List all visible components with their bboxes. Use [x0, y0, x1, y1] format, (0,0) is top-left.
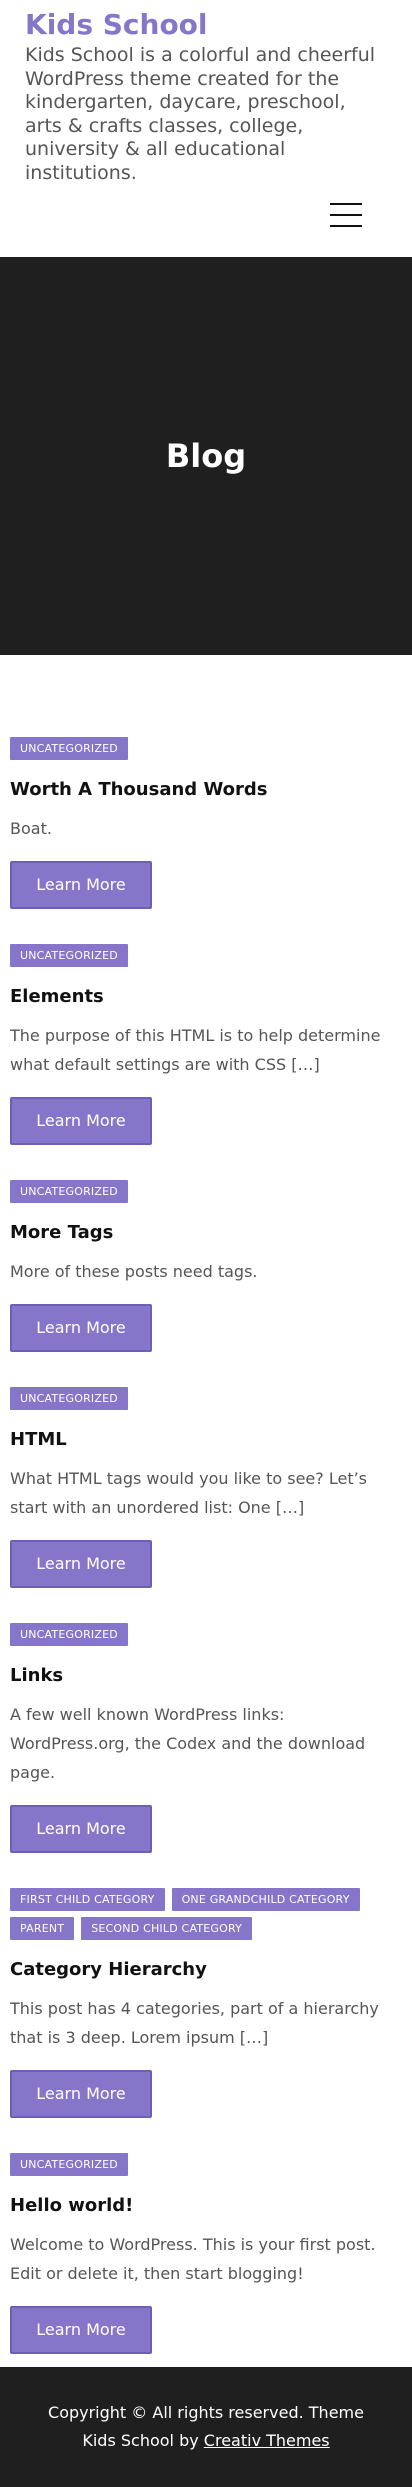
- post-categories: UNCATEGORIZED: [10, 737, 402, 760]
- post-title[interactable]: Worth A Thousand Words: [10, 778, 402, 802]
- learn-more-button[interactable]: Learn More: [10, 2070, 152, 2118]
- category-badge[interactable]: UNCATEGORIZED: [10, 1180, 128, 1203]
- post-excerpt: More of these posts need tags.: [10, 1262, 258, 1281]
- post-title[interactable]: More Tags: [10, 1221, 402, 1245]
- post-item: UNCATEGORIZED Links A few well known WordP…: [10, 1623, 402, 1853]
- category-badge[interactable]: PARENT: [10, 1917, 75, 1940]
- learn-more-button[interactable]: Learn More: [10, 1805, 152, 1853]
- post-title[interactable]: Links: [10, 1664, 402, 1688]
- category-badge[interactable]: UNCATEGORIZED: [10, 1387, 128, 1410]
- post-categories: UNCATEGORIZED: [10, 1180, 402, 1203]
- post-item: UNCATEGORIZED Worth A Thousand Words Boat.…: [10, 737, 402, 909]
- site-header: Kids School Kids School is a colorful an…: [0, 0, 412, 257]
- category-badge[interactable]: UNCATEGORIZED: [10, 737, 128, 760]
- post-categories: UNCATEGORIZED: [10, 2153, 402, 2176]
- post-title[interactable]: Elements: [10, 985, 402, 1009]
- category-badge[interactable]: UNCATEGORIZED: [10, 1623, 128, 1646]
- site-footer: Copyright © All rights reserved. Theme K…: [0, 2367, 412, 2487]
- hamburger-menu-icon[interactable]: [330, 203, 362, 227]
- post-excerpt: The purpose of this HTML is to help dete…: [10, 1026, 381, 1074]
- category-badge[interactable]: SECOND CHILD CATEGORY: [81, 1917, 253, 1940]
- page-hero: Blog: [0, 257, 412, 655]
- post-excerpt: This post has 4 categories, part of a hi…: [10, 1999, 379, 2047]
- footer-text: Copyright © All rights reserved. Theme K…: [40, 2399, 372, 2455]
- learn-more-button[interactable]: Learn More: [10, 2306, 152, 2354]
- post-categories: UNCATEGORIZED: [10, 1623, 402, 1646]
- post-excerpt: Welcome to WordPress. This is your first…: [10, 2235, 376, 2283]
- menu-bar: [330, 214, 362, 216]
- learn-more-button[interactable]: Learn More: [10, 1540, 152, 1588]
- post-item: UNCATEGORIZED HTML What HTML tags would yo…: [10, 1387, 402, 1588]
- post-categories: FIRST CHILD CATEGORY ONE GRANDCHILD CATEG…: [10, 1888, 402, 1940]
- menu-bar: [330, 203, 362, 205]
- menu-bar: [330, 225, 362, 227]
- post-title[interactable]: Hello world!: [10, 2194, 402, 2218]
- category-badge[interactable]: UNCATEGORIZED: [10, 2153, 128, 2176]
- post-item: UNCATEGORIZED Elements The purpose of this…: [10, 944, 402, 1145]
- learn-more-button[interactable]: Learn More: [10, 861, 152, 909]
- post-item: UNCATEGORIZED Hello world! Welcome to Word…: [10, 2153, 402, 2354]
- site-tagline: Kids School is a colorful and cheerful W…: [25, 44, 376, 184]
- post-list: UNCATEGORIZED Worth A Thousand Words Boat.…: [0, 655, 412, 2367]
- post-excerpt: A few well known WordPress links: WordPr…: [10, 1705, 366, 1782]
- site-title[interactable]: Kids School: [25, 8, 387, 42]
- post-title[interactable]: Category Hierarchy: [10, 1958, 402, 1982]
- post-excerpt: What HTML tags would you like to see? Le…: [10, 1469, 368, 1517]
- post-item: UNCATEGORIZED More Tags More of these post…: [10, 1180, 402, 1352]
- footer-link-creativ-themes[interactable]: Creativ Themes: [204, 2431, 330, 2450]
- learn-more-button[interactable]: Learn More: [10, 1304, 152, 1352]
- post-categories: UNCATEGORIZED: [10, 1387, 402, 1410]
- category-badge[interactable]: UNCATEGORIZED: [10, 944, 128, 967]
- learn-more-button[interactable]: Learn More: [10, 1097, 152, 1145]
- post-title[interactable]: HTML: [10, 1428, 402, 1452]
- category-badge[interactable]: FIRST CHILD CATEGORY: [10, 1888, 165, 1911]
- category-badge[interactable]: ONE GRANDCHILD CATEGORY: [171, 1888, 360, 1911]
- post-excerpt: Boat.: [10, 819, 52, 838]
- page-title: Blog: [165, 437, 247, 475]
- post-item: FIRST CHILD CATEGORY ONE GRANDCHILD CATEG…: [10, 1888, 402, 2118]
- post-categories: UNCATEGORIZED: [10, 944, 402, 967]
